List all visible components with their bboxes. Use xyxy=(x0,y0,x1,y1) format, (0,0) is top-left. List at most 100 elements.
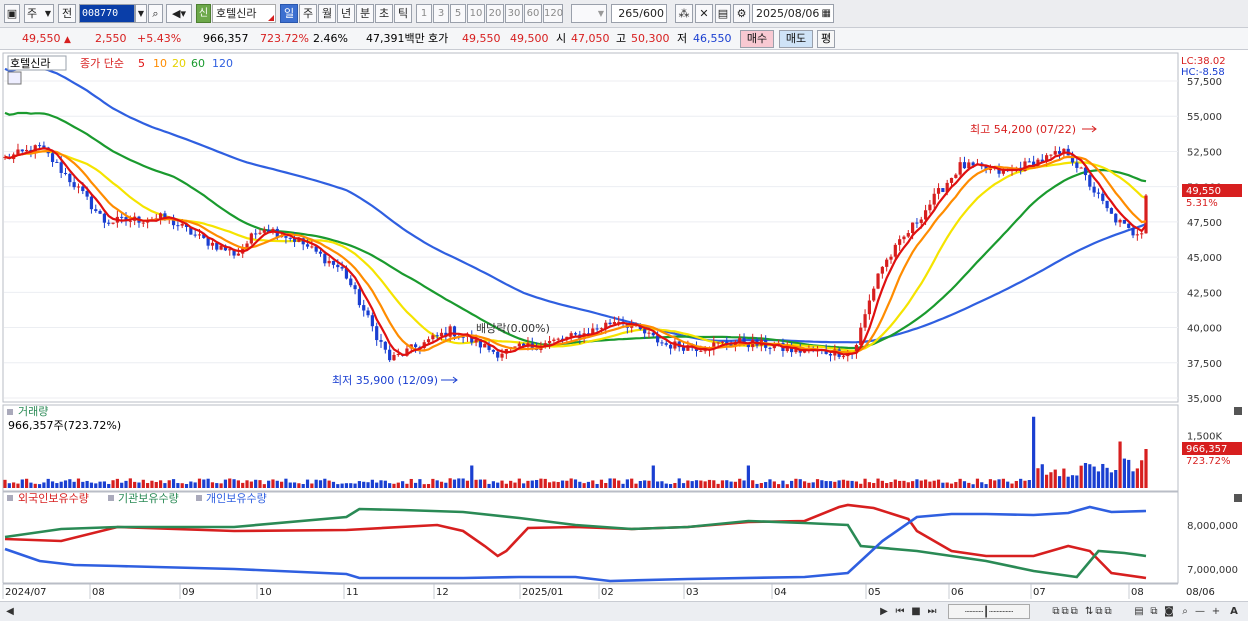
period-tab-0[interactable]: 일 xyxy=(280,4,298,23)
candle xyxy=(1027,161,1031,163)
volume-bar xyxy=(656,481,660,488)
candle xyxy=(426,339,431,343)
candle xyxy=(20,149,24,152)
volume-ratio: 723.72% xyxy=(260,32,309,45)
candle xyxy=(318,251,323,254)
bid-price: 49,500 xyxy=(510,32,549,45)
low-annotation: 최저 35,900 (12/09) xyxy=(332,374,438,387)
volume-bar xyxy=(94,483,98,488)
volume-bar xyxy=(491,481,495,488)
zoom-out-icon[interactable]: — xyxy=(1194,604,1206,619)
scroll-left-icon[interactable]: ◀ xyxy=(4,604,16,619)
quote-bar: 49,550 ▲ 2,550 +5.43% 966,357 723.72% 2.… xyxy=(0,28,1248,50)
volume-bar xyxy=(932,480,936,488)
stock-name-field[interactable]: 호텔신라 xyxy=(212,4,276,23)
font-size-icon[interactable]: A xyxy=(1227,604,1241,619)
candle xyxy=(556,338,560,340)
calendar-icon[interactable]: ▦ xyxy=(822,5,831,22)
window-menu-icon[interactable]: ▣ xyxy=(4,4,20,23)
period-tab-3[interactable]: 년 xyxy=(337,4,355,23)
close-icon[interactable] xyxy=(1234,494,1242,502)
candle xyxy=(388,349,392,361)
y-label: 40,000 xyxy=(1187,324,1222,335)
x-label: 2025/01 xyxy=(522,587,564,598)
speaker-icon[interactable]: ◀▾ xyxy=(166,4,192,23)
copy-icon[interactable]: ⧉ xyxy=(1147,604,1161,619)
volume-bar xyxy=(20,479,24,488)
gear-icon[interactable]: ⚙ xyxy=(733,4,750,23)
candle xyxy=(50,153,55,162)
period-tab-5[interactable]: 초 xyxy=(375,4,393,23)
interval-select[interactable]: ▼ xyxy=(571,4,607,23)
volume-bar xyxy=(504,483,508,488)
candle xyxy=(1101,193,1105,201)
candle xyxy=(305,244,310,247)
close-icon[interactable] xyxy=(1234,407,1242,415)
candle xyxy=(867,300,871,315)
panel-handle-icon xyxy=(7,409,13,415)
code-dropdown-icon[interactable]: ▼ xyxy=(135,4,147,23)
interval-tab-4[interactable]: 20 xyxy=(486,4,504,23)
zoom-slider[interactable]: ┈┈┈┃┈┈┈┈ xyxy=(948,604,1030,619)
scroll-right-icon[interactable]: ▶ xyxy=(878,604,890,619)
camera-icon[interactable]: ◙ xyxy=(1162,604,1176,619)
chevron-down-icon: ▼ xyxy=(44,9,51,18)
interval-tab-3[interactable]: 10 xyxy=(467,4,485,23)
period-tab-4[interactable]: 분 xyxy=(356,4,374,23)
search-icon[interactable]: ⌕ xyxy=(148,4,163,23)
calendar-icon[interactable] xyxy=(7,71,22,85)
stock-code-input[interactable]: 008770 xyxy=(79,4,135,23)
candle xyxy=(439,332,444,337)
up-triangle-icon: ▲ xyxy=(64,35,71,45)
candle xyxy=(357,289,362,306)
eval-button[interactable]: 평 xyxy=(817,30,835,48)
x-label: 05 xyxy=(868,587,881,598)
candle xyxy=(413,344,418,348)
x-label: 08 xyxy=(1131,587,1144,598)
bar-count-input[interactable]: 265/600 xyxy=(611,4,667,23)
candle xyxy=(89,196,94,210)
zoom-icon[interactable]: ⌕ xyxy=(1178,604,1192,619)
volume-bar xyxy=(846,480,850,488)
ma-label: 종가 단순 xyxy=(80,57,124,70)
volume-bar xyxy=(1118,441,1122,488)
volume-bar xyxy=(258,480,262,488)
interval-tab-1[interactable]: 3 xyxy=(433,4,449,23)
last-page-icon[interactable]: ⏭ xyxy=(925,604,939,619)
chart-area[interactable]: 57,50055,00052,50050,00047,50045,00042,5… xyxy=(0,51,1248,601)
candle xyxy=(141,222,145,224)
stock-chart[interactable]: 57,50055,00052,50050,00047,50045,00042,5… xyxy=(0,51,1248,601)
stop-icon[interactable]: ■ xyxy=(910,604,922,619)
prev-button[interactable]: 전 xyxy=(58,4,76,23)
volume-bar xyxy=(889,482,893,488)
draw-tool-icon[interactable]: ✕ xyxy=(695,4,713,23)
market-type-select[interactable]: 주 ▼ xyxy=(24,4,54,23)
candle xyxy=(375,326,379,341)
chart-settings-icon[interactable]: ⁂ xyxy=(675,4,693,23)
interval-tab-0[interactable]: 1 xyxy=(416,4,432,23)
volume-bar xyxy=(1114,470,1118,488)
volume-bar xyxy=(33,483,37,488)
period-tab-2[interactable]: 월 xyxy=(318,4,336,23)
interval-tab-6[interactable]: 60 xyxy=(524,4,542,23)
interval-tab-5[interactable]: 30 xyxy=(505,4,523,23)
date-input[interactable]: 2025/08/06 ▦ xyxy=(752,4,834,23)
interval-tab-7[interactable]: 120 xyxy=(543,4,563,23)
volume-bar xyxy=(872,482,876,488)
save-icon[interactable]: ▤ xyxy=(715,4,731,23)
sell-button[interactable]: 매도 xyxy=(779,30,813,48)
period-tab-1[interactable]: 주 xyxy=(299,4,317,23)
interval-tab-2[interactable]: 5 xyxy=(450,4,466,23)
period-tab-6[interactable]: 틱 xyxy=(394,4,412,23)
volume-bar xyxy=(906,482,910,488)
volume-bar xyxy=(854,481,859,488)
save-icon[interactable]: ▤ xyxy=(1132,604,1146,619)
corner-flag-icon xyxy=(268,15,274,21)
candle xyxy=(941,188,945,193)
volume-bar xyxy=(42,482,46,488)
view-toolbar-icons[interactable]: ⧉⧉⧉ ⇅⧉⧉ xyxy=(1038,604,1128,619)
zoom-in-icon[interactable]: + xyxy=(1210,604,1222,619)
first-page-icon[interactable]: ⏮ xyxy=(893,604,907,619)
buy-button[interactable]: 매수 xyxy=(740,30,774,48)
volume-bar xyxy=(789,480,794,488)
